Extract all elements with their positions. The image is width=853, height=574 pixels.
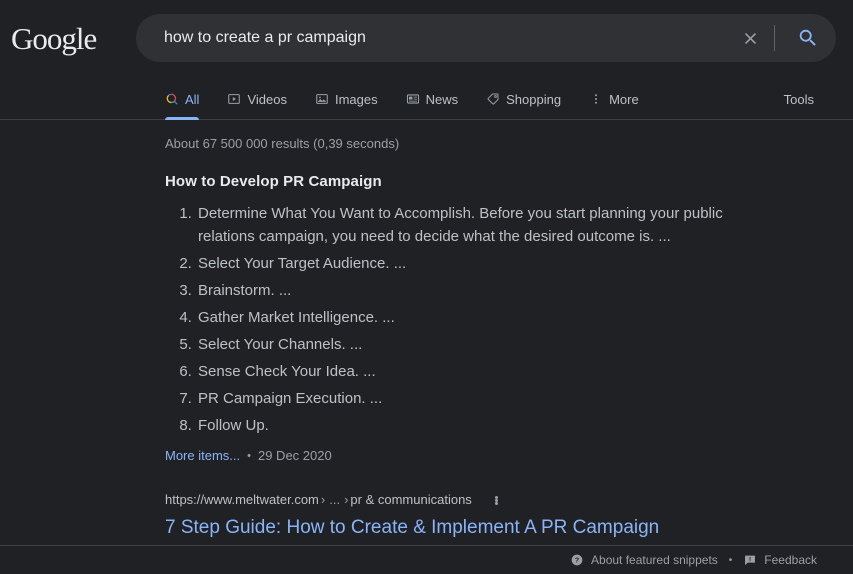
tab-shopping[interactable]: Shopping (486, 78, 561, 120)
featured-snippet: How to Develop PR Campaign Determine Wha… (165, 173, 853, 463)
feedback-button[interactable]: Feedback (743, 553, 817, 567)
list-item: Follow Up. (196, 414, 781, 437)
search-icon[interactable] (788, 18, 828, 58)
breadcrumb-last: pr & communications (350, 490, 471, 510)
more-vertical-icon (589, 92, 603, 106)
separator-dot: • (247, 450, 251, 462)
about-featured-snippets-label: About featured snippets (591, 553, 718, 567)
tab-images[interactable]: Images (315, 78, 378, 120)
snippet-date: 29 Dec 2020 (258, 448, 332, 463)
search-divider (774, 25, 775, 51)
feedback-flag-icon (743, 553, 757, 567)
tab-images-label: Images (335, 92, 378, 107)
results-container: About 67 500 000 results (0,39 seconds) … (0, 120, 853, 541)
search-input[interactable] (136, 15, 733, 61)
close-icon[interactable] (733, 21, 767, 55)
breadcrumb-separator: › (342, 490, 350, 510)
breadcrumb-separator: › (319, 490, 327, 510)
google-logo[interactable]: Google (11, 21, 96, 57)
result-stats: About 67 500 000 results (0,39 seconds) (165, 136, 853, 151)
result-title-link[interactable]: 7 Step Guide: How to Create & Implement … (165, 515, 853, 541)
tab-news[interactable]: News (406, 78, 459, 120)
google-logo-text: Google (11, 21, 96, 56)
snippet-footer-bar: ? About featured snippets • Feedback (0, 545, 853, 574)
tag-icon (486, 92, 500, 106)
more-vertical-icon[interactable] (490, 494, 503, 507)
list-item: Select Your Channels. ... (196, 333, 781, 356)
nav-tabs-bar: All Videos (0, 78, 853, 120)
organic-result: https://www.meltwater.com › ... › pr & c… (165, 490, 853, 541)
search-results-page: Google (0, 0, 853, 574)
tools-button[interactable]: Tools (784, 78, 814, 120)
footer-separator-dot: • (729, 555, 733, 566)
feedback-label: Feedback (764, 553, 817, 567)
video-icon (227, 92, 241, 106)
snippet-list: Determine What You Want to Accomplish. B… (165, 202, 853, 437)
list-item: Brainstorm. ... (196, 279, 781, 302)
tab-videos[interactable]: Videos (227, 78, 287, 120)
list-item: Select Your Target Audience. ... (196, 252, 781, 275)
help-circle-icon: ? (570, 553, 584, 567)
breadcrumb-ellipsis: ... (327, 490, 342, 510)
result-url-domain[interactable]: https://www.meltwater.com (165, 490, 319, 510)
tab-shopping-label: Shopping (506, 92, 561, 107)
tools-label: Tools (784, 92, 814, 107)
search-bar[interactable] (136, 14, 836, 62)
tab-more-label: More (609, 92, 639, 107)
tab-all-label: All (185, 92, 199, 107)
list-item: PR Campaign Execution. ... (196, 387, 781, 410)
list-item: Gather Market Intelligence. ... (196, 306, 781, 329)
tab-all[interactable]: All (165, 78, 199, 120)
page-header: Google (0, 0, 853, 78)
google-search-icon (165, 92, 179, 106)
image-icon (315, 92, 329, 106)
more-items-row: More items... • 29 Dec 2020 (165, 448, 853, 463)
list-item: Determine What You Want to Accomplish. B… (196, 202, 781, 248)
news-icon (406, 92, 420, 106)
snippet-heading: How to Develop PR Campaign (165, 173, 853, 190)
result-url-row: https://www.meltwater.com › ... › pr & c… (165, 490, 853, 510)
tab-more[interactable]: More (589, 78, 639, 120)
svg-text:?: ? (575, 556, 580, 565)
more-items-link[interactable]: More items... (165, 448, 240, 463)
nav-tabs: All Videos (165, 78, 667, 120)
about-featured-snippets-button[interactable]: ? About featured snippets (570, 553, 718, 567)
tab-news-label: News (426, 92, 459, 107)
list-item: Sense Check Your Idea. ... (196, 360, 781, 383)
tab-videos-label: Videos (247, 92, 287, 107)
